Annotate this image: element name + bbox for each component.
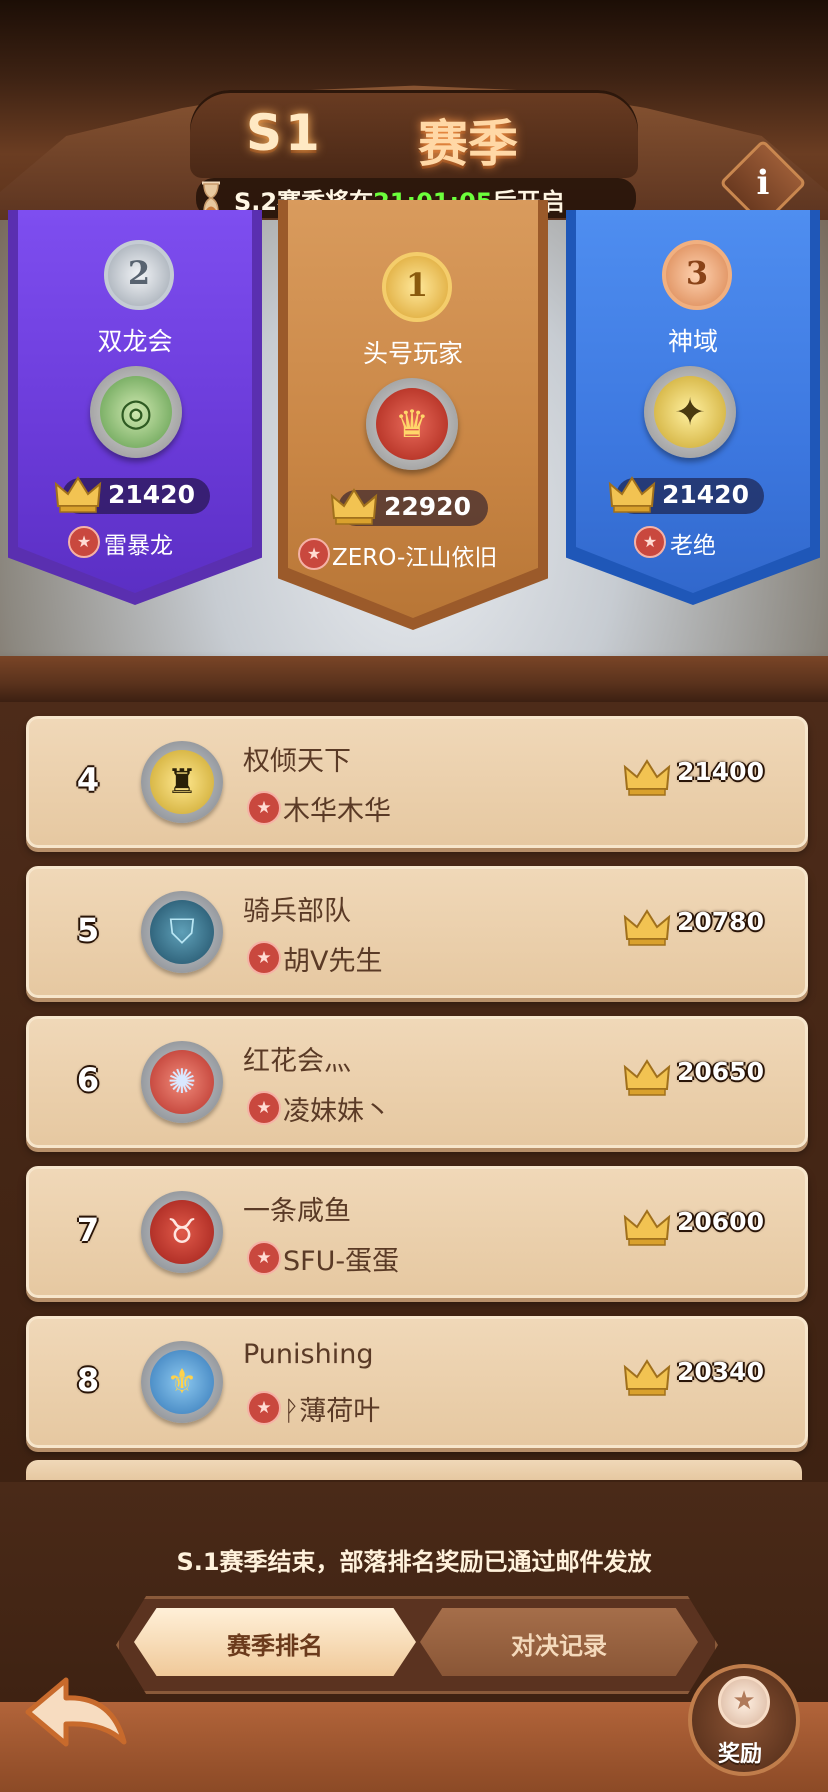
clan-name: 一条咸鱼 — [243, 1196, 351, 1227]
eagle-icon: ✦ — [654, 376, 726, 448]
podium-leader-name: 老绝 — [670, 533, 716, 559]
info-icon: i — [756, 163, 770, 203]
crown-icon: ♛ — [376, 388, 448, 460]
leader-star-icon: ★ — [634, 526, 666, 558]
trophy-crown-icon — [623, 759, 671, 796]
leader-star-icon: ★ — [247, 1091, 281, 1125]
podium-clan-name: 双龙会 — [97, 327, 173, 356]
clan-badge: ⛉ — [141, 891, 223, 973]
trophy-crown-icon — [330, 488, 378, 525]
clan-badge: ✺ — [141, 1041, 223, 1123]
clan-name: 权倾天下 — [243, 746, 351, 777]
season-end-notice: S.1赛季结束，部落排名奖励已通过邮件发放 — [176, 1548, 652, 1576]
ranking-row[interactable]: 5 ⛉ 骑兵部队 ★ 胡V先生 20780 — [26, 866, 808, 998]
season-label: S1 — [246, 104, 323, 162]
season-title: 赛季 — [418, 115, 518, 173]
back-arrow-icon[interactable] — [20, 1672, 130, 1758]
bronze-medal-icon: 3 — [662, 240, 732, 310]
clan-score: 20650 — [677, 1057, 764, 1086]
eagle-icon: ♜ — [150, 750, 214, 814]
podium-leader-name: 雷暴龙 — [104, 533, 173, 559]
podium-clan-name: 头号玩家 — [362, 339, 463, 368]
podium-banner-rank-1[interactable]: 1 头号玩家 ♛ 22920 ★ ZERO-江山依旧 — [278, 200, 548, 630]
tab-season-ranking[interactable]: 赛季排名 — [134, 1608, 416, 1676]
leader-name: SFU-蛋蛋 — [283, 1246, 400, 1277]
podium-score: 21420 — [108, 480, 195, 509]
podium-banner-rank-3[interactable]: 3 神域 ✦ 21420 ★ 老绝 — [566, 210, 820, 605]
leader-name: ᚹ薄荷叶 — [283, 1396, 381, 1427]
clan-name: 红花会灬 — [243, 1046, 351, 1077]
trophy-crown-icon — [54, 476, 102, 513]
reward-medal-icon: ★ — [718, 1676, 770, 1728]
clan-badge: ✦ — [644, 366, 736, 458]
podium-score: 22920 — [384, 492, 471, 521]
triskelion-icon: ✺ — [150, 1050, 214, 1114]
podium-clan-name: 神域 — [667, 327, 718, 356]
rank-number: 4 — [76, 761, 100, 799]
silver-medal-icon: 2 — [104, 240, 174, 310]
podium-banner-rank-2[interactable]: 2 双龙会 ◎ 21420 ★ 雷暴龙 — [8, 210, 262, 605]
trophy-crown-icon — [623, 1359, 671, 1396]
trophy-crown-icon — [623, 1059, 671, 1096]
podium-score: 21420 — [662, 480, 749, 509]
fleur-de-lis-icon: ⚜ — [150, 1350, 214, 1414]
leader-star-icon: ★ — [247, 1391, 281, 1425]
leader-name: 木华木华 — [283, 796, 391, 827]
clan-score: 20340 — [677, 1357, 764, 1386]
tab-label: 对决记录 — [511, 1632, 607, 1660]
leader-name: 胡V先生 — [283, 946, 383, 977]
clan-name: 骑兵部队 — [243, 896, 351, 927]
clan-badge: ⚜ — [141, 1341, 223, 1423]
podium-leader-name: ZERO-江山依旧 — [332, 545, 498, 571]
ranking-row[interactable]: 7 ♉ 一条咸鱼 ★ SFU-蛋蛋 20600 — [26, 1166, 808, 1298]
ranking-row[interactable]: 6 ✺ 红花会灬 ★ 凌妹妹丶 20650 — [26, 1016, 808, 1148]
hourglass-icon — [202, 181, 220, 215]
rank-number: 8 — [76, 1361, 100, 1399]
clan-badge: ♛ — [366, 378, 458, 470]
clan-badge: ♉ — [141, 1191, 223, 1273]
rank-number: 7 — [76, 1211, 100, 1249]
trophy-crown-icon — [608, 476, 656, 513]
leader-star-icon: ★ — [247, 1241, 281, 1275]
trophy-crown-icon — [623, 1209, 671, 1246]
leader-star-icon: ★ — [247, 941, 281, 975]
reward-label: 奖励 — [717, 1742, 762, 1767]
clan-score: 20780 — [677, 907, 764, 936]
leader-star-icon: ★ — [68, 526, 100, 558]
trophy-crown-icon — [623, 909, 671, 946]
shield-icon: ⛉ — [150, 900, 214, 964]
tab-label: 赛季排名 — [227, 1632, 323, 1660]
dragon-icon: ◎ — [100, 376, 172, 448]
leader-name: 凌妹妹丶 — [283, 1096, 391, 1127]
tab-battle-record[interactable]: 对决记录 — [420, 1608, 698, 1676]
clan-badge: ♜ — [141, 741, 223, 823]
ranking-row[interactable]: 8 ⚜ Punishing ★ ᚹ薄荷叶 20340 — [26, 1316, 808, 1448]
leader-star-icon: ★ — [247, 791, 281, 825]
bull-icon: ♉ — [150, 1200, 214, 1264]
clan-name: Punishing — [243, 1339, 374, 1370]
gold-medal-icon: 1 — [382, 252, 452, 322]
ranking-row-partial — [26, 1460, 802, 1480]
section-divider — [0, 656, 828, 702]
clan-badge: ◎ — [90, 366, 182, 458]
rank-number: 6 — [76, 1061, 100, 1099]
rank-number: 5 — [76, 911, 100, 949]
clan-score: 21400 — [677, 757, 764, 786]
clan-score: 20600 — [677, 1207, 764, 1236]
ranking-row[interactable]: 4 ♜ 权倾天下 ★ 木华木华 21400 — [26, 716, 808, 848]
leader-star-icon: ★ — [298, 538, 330, 570]
